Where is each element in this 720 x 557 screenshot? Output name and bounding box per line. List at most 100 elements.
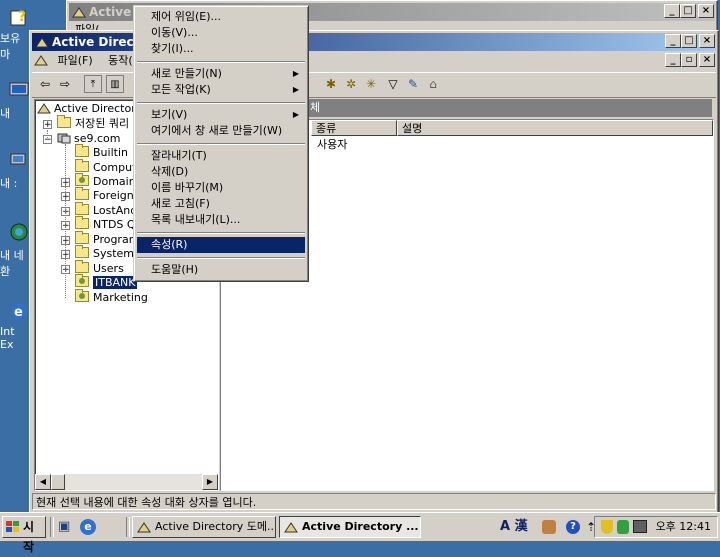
menu-item-delete[interactable]: 삭제(D) (137, 164, 305, 180)
menu-item-find[interactable]: 찾기(I)... (137, 41, 305, 57)
ad-icon (284, 522, 298, 533)
minimize-button[interactable]: _ (665, 34, 681, 48)
shield-icon[interactable] (601, 520, 613, 534)
close-button[interactable]: × (699, 34, 715, 48)
tree-item-builtin[interactable]: Builtin (75, 144, 128, 160)
tree-item-itbank[interactable]: ITBANK (75, 274, 138, 290)
expand-icon[interactable]: + (43, 120, 52, 130)
menu-item-export-list[interactable]: 목록 내보내기(L)... (137, 212, 305, 228)
new-user-icon[interactable]: ✱ (322, 75, 340, 93)
maximize-button[interactable]: □ (681, 34, 697, 48)
tree-item-label: System (93, 247, 135, 260)
show-tree-icon[interactable]: ▥ (106, 75, 124, 93)
menu-item-all-tasks[interactable]: 모든 작업(K) ▶ (137, 82, 305, 98)
desktop-icon-network[interactable]: 내 : (0, 150, 30, 191)
up-folder-icon[interactable]: ⤒ (84, 75, 102, 93)
menu-item-view[interactable]: 보기(V) ▶ (137, 107, 305, 123)
desktop-icon-internet-explorer[interactable]: e Int Ex (0, 300, 30, 351)
security-icon[interactable] (617, 520, 629, 534)
menu-separator (137, 232, 305, 234)
maximize-button[interactable]: □ (680, 4, 696, 18)
new-group-icon[interactable]: ✲ (342, 75, 360, 93)
menu-item-help[interactable]: 도움말(H) (137, 262, 305, 278)
tree-item-marketing[interactable]: Marketing (75, 289, 148, 305)
taskbar-button-ad-2[interactable]: Active Directory ... (279, 516, 421, 538)
tree-root-label: Active Directory (54, 102, 143, 115)
ad-icon (72, 7, 86, 18)
tree-item-label: Domain (93, 175, 136, 188)
add-to-group-icon[interactable]: ⌂ (424, 75, 442, 93)
filter-icon[interactable]: ▽ (384, 75, 402, 93)
menu-separator (137, 143, 305, 145)
taskbar-button-ad-1[interactable]: Active Directory 도메... (132, 516, 276, 538)
scroll-thumb[interactable] (51, 474, 65, 490)
globe-icon (10, 223, 28, 241)
ime-indicator[interactable]: A 漢 (500, 517, 528, 537)
menu-file[interactable]: 파일(F) (52, 54, 99, 67)
tree-item-ntds-quotas[interactable]: NTDS Q (75, 216, 136, 232)
tree-item-program-data[interactable]: Program (75, 231, 139, 247)
desktop-icon-label: 내 : (0, 177, 18, 190)
column-header-type[interactable]: 종류 (311, 120, 397, 136)
system-tray: 오후 12:41 (594, 516, 718, 538)
windows-logo-icon (6, 521, 19, 532)
ime-tool-icon[interactable] (542, 520, 556, 534)
network-tray-icon[interactable] (633, 520, 647, 533)
tree-item-label: 저장된 쿼리 (75, 117, 130, 130)
desktop-icon-my-computer[interactable]: 내 (0, 80, 30, 121)
menu-item-move[interactable]: 이동(V)... (137, 25, 305, 41)
desktop-icon-label: 내 (0, 107, 11, 120)
tree-item-saved-queries[interactable]: 저장된 쿼리 (57, 115, 130, 131)
start-label: 시작 (23, 520, 35, 554)
desktop-icon-my-documents[interactable]: ? 보유 마 (0, 5, 30, 62)
menu-item-cut[interactable]: 잘라내기(T) (137, 148, 305, 164)
tree-item-domain[interactable]: se9.com (57, 131, 121, 146)
scroll-right-icon[interactable]: ▶ (202, 474, 218, 490)
tree-item-domain-controllers[interactable]: Domain (75, 173, 136, 189)
start-button[interactable]: 시작 (2, 516, 46, 554)
folder-icon (75, 144, 89, 157)
menu-item-new[interactable]: 새로 만들기(N) ▶ (137, 66, 305, 82)
close-button[interactable]: × (698, 4, 714, 18)
menu-item-label: 모든 작업(K) (151, 83, 211, 96)
column-header-description[interactable]: 설명 (397, 120, 713, 136)
folder-icon (75, 260, 89, 273)
network-icon (10, 153, 26, 165)
desktop-icon-label: Int (0, 325, 15, 338)
menu-item-rename[interactable]: 이름 바꾸기(M) (137, 180, 305, 196)
ad-icon (137, 522, 151, 533)
tree-item-system[interactable]: System (75, 245, 135, 261)
desktop-icon-network-places[interactable]: 내 네 환 (0, 222, 30, 279)
folder-icon (75, 231, 89, 244)
menu-separator (137, 102, 305, 104)
menu-item-delegate-control[interactable]: 제어 위임(E)... (137, 9, 305, 25)
back-arrow-icon[interactable]: ⇦ (36, 75, 54, 93)
tree-item-foreign-security[interactable]: ForeignS (75, 187, 141, 203)
list-cell-type[interactable]: 사용자 (317, 137, 347, 152)
folder-icon (75, 159, 89, 172)
folder-icon (75, 245, 89, 258)
scroll-left-icon[interactable]: ◀ (35, 474, 51, 490)
minimize-button[interactable]: _ (664, 4, 680, 18)
ie-quick-launch-icon[interactable]: e (80, 519, 96, 535)
desktop-icon-label: 환 (0, 265, 11, 278)
submenu-arrow-icon: ▶ (292, 69, 299, 78)
forward-arrow-icon[interactable]: ⇨ (56, 75, 74, 93)
find-icon[interactable]: ✎ (404, 75, 422, 93)
ou-folder-icon (75, 173, 89, 186)
show-desktop-icon[interactable]: ▣ (58, 519, 74, 535)
tree-horizontal-scrollbar[interactable]: ◀ ▶ (35, 474, 218, 490)
quick-launch-divider (50, 517, 54, 537)
menu-item-new-window[interactable]: 여기에서 창 새로 만들기(W) (137, 123, 305, 139)
ad-icon (37, 103, 51, 114)
new-ou-icon[interactable]: ✳ (362, 75, 380, 93)
tree-item-label: LostAnd (93, 204, 138, 217)
tree-item-lost-and-found[interactable]: LostAnd (75, 202, 138, 218)
status-bar: 현재 선택 내용에 대한 속성 대화 상자를 엽니다. (32, 493, 716, 510)
menu-item-properties[interactable]: 속성(R) (137, 237, 305, 253)
tree-root[interactable]: Active Directory (37, 101, 142, 116)
desktop-icon-label: 마 (0, 48, 11, 61)
quick-launch-divider (126, 517, 130, 537)
menu-item-refresh[interactable]: 새로 고침(F) (137, 196, 305, 212)
help-icon[interactable]: ? (566, 520, 580, 534)
